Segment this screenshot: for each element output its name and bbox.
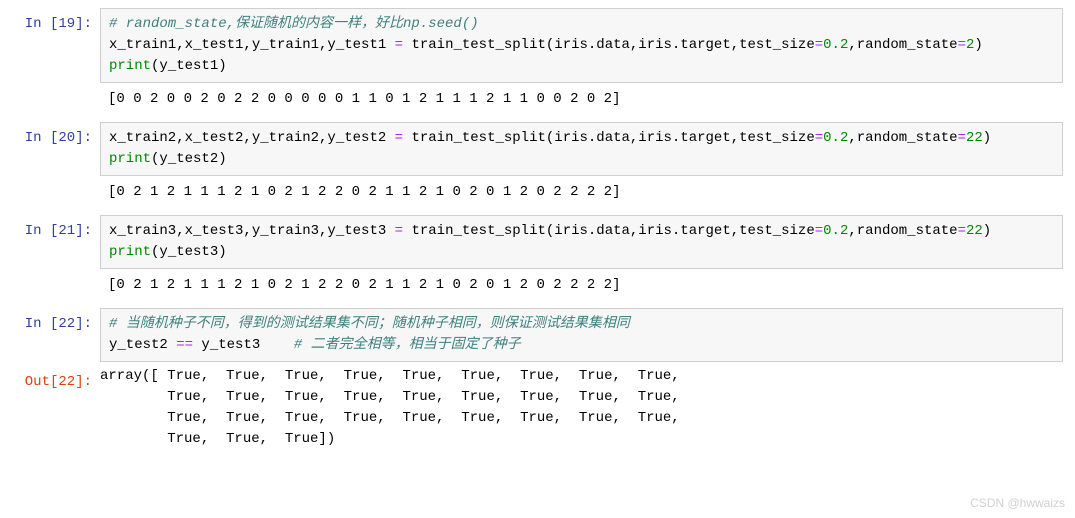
in-prompt: In [19]: [12,8,100,118]
code-line: y_test2 == y_test3 # 二者完全相等，相当于固定了种子 [109,337,521,353]
cell-20: In [20]: x_train2,x_test2,y_train2,y_tes… [12,122,1063,211]
cell-body: array([ True, True, True, True, True, Tr… [100,366,1063,450]
watermark: CSDN @hwwaizs [970,494,1065,512]
code-line: print(y_test3) [109,244,227,260]
comment: # random_state,保证随机的内容一样，好比np.seed() [109,16,479,32]
cell-body: x_train2,x_test2,y_train2,y_test2 = trai… [100,122,1063,211]
in-prompt: In [22]: [12,308,100,362]
cell-22-out: Out[22]: array([ True, True, True, True,… [12,366,1063,450]
code-line: x_train1,x_test1,y_train1,y_test1 = trai… [109,37,983,53]
code-line: x_train3,x_test3,y_train3,y_test3 = trai… [109,223,991,239]
code-line: print(y_test1) [109,58,227,74]
result-output: array([ True, True, True, True, True, Tr… [100,366,1063,450]
cell-19: In [19]: # random_state,保证随机的内容一样，好比np.s… [12,8,1063,118]
out-prompt: Out[22]: [12,366,100,450]
stdout-output: [0 0 2 0 0 2 0 2 2 0 0 0 0 0 1 1 0 1 2 1… [100,83,1063,118]
code-input[interactable]: x_train3,x_test3,y_train3,y_test3 = trai… [100,215,1063,269]
stdout-output: [0 2 1 2 1 1 1 2 1 0 2 1 2 2 0 2 1 1 2 1… [100,176,1063,211]
cell-body: x_train3,x_test3,y_train3,y_test3 = trai… [100,215,1063,304]
in-prompt: In [20]: [12,122,100,211]
code-line: print(y_test2) [109,151,227,167]
code-line: x_train2,x_test2,y_train2,y_test2 = trai… [109,130,991,146]
comment: # 当随机种子不同，得到的测试结果集不同；随机种子相同，则保证测试结果集相同 [109,316,630,332]
in-prompt: In [21]: [12,215,100,304]
cell-body: # random_state,保证随机的内容一样，好比np.seed() x_t… [100,8,1063,118]
cell-body: # 当随机种子不同，得到的测试结果集不同；随机种子相同，则保证测试结果集相同 y… [100,308,1063,362]
code-input[interactable]: # 当随机种子不同，得到的测试结果集不同；随机种子相同，则保证测试结果集相同 y… [100,308,1063,362]
code-input[interactable]: x_train2,x_test2,y_train2,y_test2 = trai… [100,122,1063,176]
code-input[interactable]: # random_state,保证随机的内容一样，好比np.seed() x_t… [100,8,1063,83]
cell-21: In [21]: x_train3,x_test3,y_train3,y_tes… [12,215,1063,304]
stdout-output: [0 2 1 2 1 1 1 2 1 0 2 1 2 2 0 2 1 1 2 1… [100,269,1063,304]
cell-22-in: In [22]: # 当随机种子不同，得到的测试结果集不同；随机种子相同，则保证… [12,308,1063,362]
